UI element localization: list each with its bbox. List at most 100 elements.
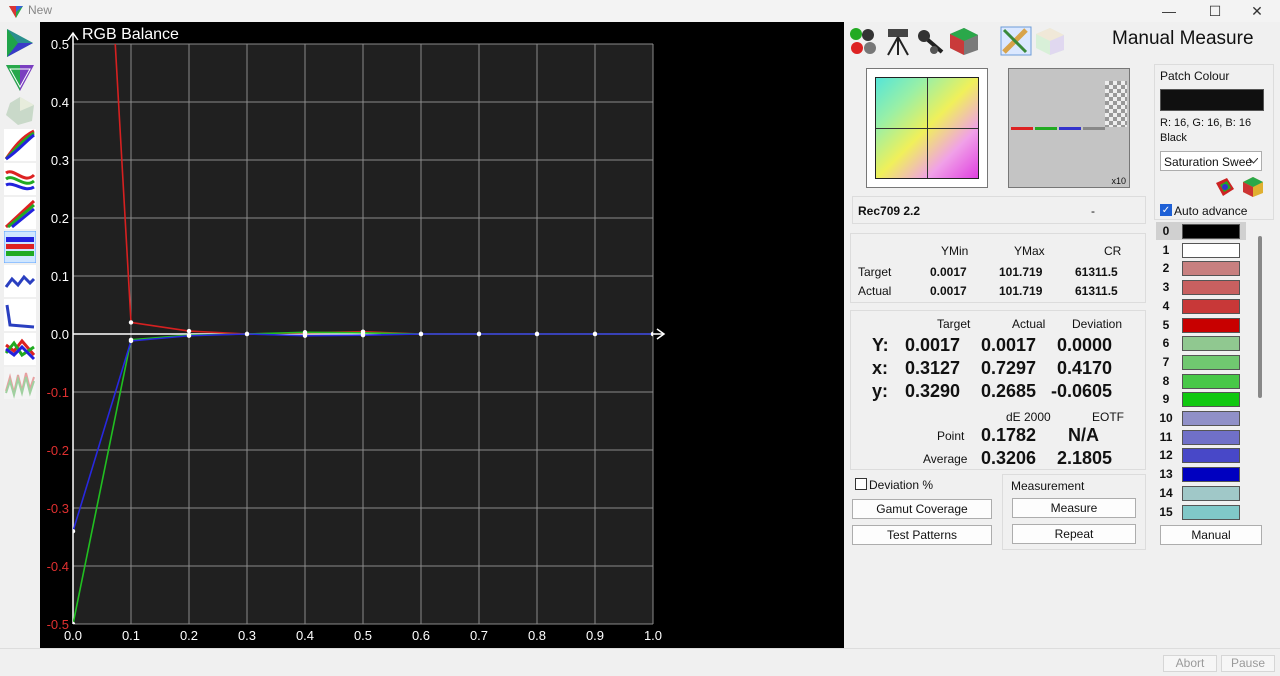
luminance-curves-icon[interactable]: [4, 197, 36, 229]
bar-gray: [1083, 127, 1105, 130]
data-point: [418, 331, 424, 337]
app-logo-icon: [9, 6, 23, 18]
actual-cr: 61311.5: [1075, 284, 1118, 298]
status-bar: Abort Pause: [0, 648, 1280, 676]
patch-number: 8: [1162, 373, 1170, 388]
average-eotf: 2.1805: [1057, 448, 1113, 468]
patch-swatch: [1160, 89, 1264, 111]
target-cr: 61311.5: [1075, 265, 1118, 279]
patch-row[interactable]: 10: [1156, 409, 1246, 427]
pause-button[interactable]: Pause: [1221, 655, 1275, 672]
color-temp-icon[interactable]: [4, 333, 36, 365]
y-chroma-actual: 0.2685: [981, 381, 1037, 401]
patch-row[interactable]: 8: [1156, 372, 1246, 390]
x-chroma-label: x:: [872, 358, 889, 378]
deviation-pct-label: Deviation %: [869, 478, 934, 492]
patch-row[interactable]: 14: [1156, 484, 1246, 502]
rgb-balance-icon[interactable]: [4, 231, 36, 263]
patch-row[interactable]: 7: [1156, 353, 1246, 371]
abort-button[interactable]: Abort: [1163, 655, 1217, 672]
data-point: [244, 331, 250, 337]
gamut-triangle-icon[interactable]: [4, 61, 36, 93]
minimize-button[interactable]: —: [1146, 0, 1192, 22]
y-tick-label: 0.5: [51, 37, 69, 52]
data-point: [534, 331, 540, 337]
patch-number: 4: [1162, 298, 1170, 313]
maximize-button[interactable]: ☐: [1192, 0, 1238, 22]
x-chroma-target: 0.3127: [905, 358, 961, 378]
patch-row[interactable]: 1: [1156, 241, 1246, 259]
patch-row[interactable]: 5: [1156, 316, 1246, 334]
cr-header: CR: [1104, 244, 1122, 258]
delta-e-bar-icon[interactable]: [4, 299, 36, 331]
chevron-down-icon: [1249, 158, 1258, 164]
average-de: 0.3206: [981, 448, 1037, 468]
readings-deviation-header: Deviation: [1072, 317, 1123, 331]
patch-row[interactable]: 9: [1156, 390, 1246, 408]
cube-icon[interactable]: [1034, 26, 1066, 56]
3d-cube-icon[interactable]: [948, 26, 980, 56]
rgb-bar-preview: x10: [1008, 68, 1130, 188]
rgb-levels-icon[interactable]: [4, 163, 36, 195]
patch-row[interactable]: 4: [1156, 297, 1246, 315]
patch-row[interactable]: 2: [1156, 259, 1246, 277]
data-point: [128, 338, 134, 344]
readings-box: Target Actual Deviation Y: 0.0017 0.0017…: [850, 310, 1146, 470]
patch-row[interactable]: 3: [1156, 278, 1246, 296]
actual-label: Actual: [858, 284, 892, 298]
patch-list[interactable]: 0 1 2 3 4 5 6 7 8 9 10 11 12 13 14 15: [1156, 222, 1246, 520]
3d-gamut-icon[interactable]: [4, 95, 36, 127]
patch-row[interactable]: 6: [1156, 334, 1246, 352]
de2000-header: dE 2000: [1006, 410, 1051, 424]
repeat-button[interactable]: Repeat: [1012, 524, 1136, 544]
sequence-select[interactable]: Saturation Swee: [1160, 151, 1262, 171]
patch-row[interactable]: 0: [1156, 222, 1246, 240]
patch-cube-icon[interactable]: [1241, 175, 1265, 199]
y-chroma-target: 0.3290: [905, 381, 961, 401]
measure-button[interactable]: Measure: [1012, 498, 1136, 518]
tripod-meter-icon[interactable]: [882, 26, 914, 56]
colour-balls-icon[interactable]: [848, 26, 880, 56]
cie-diagram-icon[interactable]: [4, 27, 36, 59]
colour-picker-icon[interactable]: [1213, 175, 1237, 199]
manual-button[interactable]: Manual: [1160, 525, 1262, 545]
patch-row-swatch: [1182, 242, 1240, 258]
patch-name: Black: [1160, 132, 1187, 144]
test-patterns-button[interactable]: Test Patterns: [852, 525, 992, 545]
x-tick-label: 0.5: [354, 628, 372, 643]
profile-name: Rec709 2.2: [858, 204, 921, 218]
close-button[interactable]: ✕: [1234, 0, 1280, 22]
patch-list-scrollbar[interactable]: [1258, 236, 1262, 398]
patch-row[interactable]: 11: [1156, 428, 1246, 446]
gamma-curves-icon[interactable]: [4, 129, 36, 161]
manual-measure-panel: Manual Measure x10 Rec709 2.2 - YMin YMa…: [844, 22, 1280, 648]
y-tick-label: -0.2: [47, 443, 69, 458]
luminance-box: YMin YMax CR Target 0.0017 101.719 61311…: [850, 233, 1146, 303]
pencil-icon[interactable]: [1000, 26, 1032, 56]
target-label: Target: [858, 265, 892, 279]
y-luma-target: 0.0017: [905, 335, 961, 355]
y-tick-label: 0.2: [51, 211, 69, 226]
waveform-icon[interactable]: [4, 367, 36, 399]
patch-number: 12: [1159, 448, 1173, 463]
data-point: [592, 331, 598, 337]
probe-icon[interactable]: [914, 26, 946, 56]
data-point: [302, 333, 308, 338]
deviation-pct-checkbox[interactable]: [855, 478, 867, 490]
ymax-header: YMax: [1014, 244, 1045, 258]
patch-row[interactable]: 13: [1156, 465, 1246, 483]
patch-number: 3: [1162, 280, 1170, 295]
zoom-label: x10: [1111, 176, 1126, 186]
cie-gradient: [875, 77, 979, 179]
point-de: 0.1782: [981, 425, 1037, 445]
auto-advance-checkbox[interactable]: ✓: [1160, 204, 1172, 216]
gamut-coverage-button[interactable]: Gamut Coverage: [852, 499, 992, 519]
patch-row-swatch: [1182, 354, 1240, 370]
patch-row[interactable]: 15: [1156, 503, 1246, 521]
delta-e-icon[interactable]: [4, 265, 36, 297]
patch-number: 0: [1162, 224, 1170, 238]
y-tick-label: -0.1: [47, 385, 69, 400]
patch-row[interactable]: 12: [1156, 446, 1246, 464]
measurement-group-label: Measurement: [1011, 479, 1085, 493]
data-point: [128, 320, 134, 325]
